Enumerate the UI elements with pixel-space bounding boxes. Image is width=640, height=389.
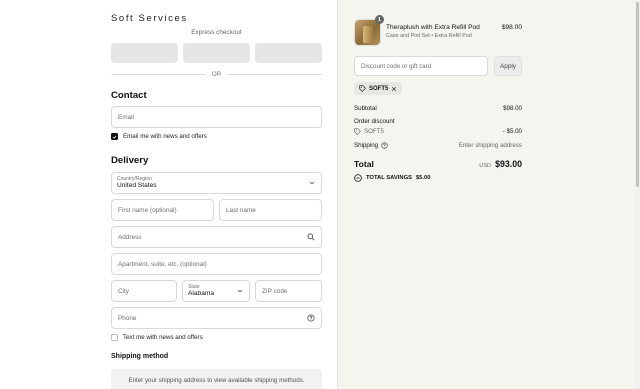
total-amount: $93.00	[495, 159, 522, 169]
total-savings: TOTAL SAVINGS $5.00	[354, 174, 430, 182]
savings-value: $5.00	[415, 175, 431, 181]
zip-field[interactable]: ZIP code	[255, 280, 322, 302]
phone-placeholder: Phone	[118, 314, 137, 322]
savings-tag-icon	[354, 174, 362, 182]
email-news-label: Email me with news and offers	[123, 133, 207, 140]
tag-icon	[354, 128, 361, 135]
zip-placeholder: ZIP code	[262, 287, 288, 295]
last-name-placeholder: Last name	[226, 206, 256, 214]
subtotal-row: Subtotal $98.00	[354, 105, 522, 112]
express-pay-button-2[interactable]	[183, 43, 250, 63]
first-name-field[interactable]: First name (optional)	[111, 199, 214, 221]
search-icon[interactable]	[307, 233, 315, 241]
country-value: United States	[117, 182, 157, 189]
state-value: Alabama	[188, 290, 215, 297]
help-icon[interactable]	[307, 314, 315, 322]
state-select[interactable]: State Alabama	[182, 280, 250, 302]
order-discount-row: Order discount	[354, 118, 522, 125]
close-icon[interactable]	[391, 86, 397, 92]
quantity-badge: 1	[375, 15, 384, 24]
text-news-checkbox-row[interactable]: Text me with news and offers	[111, 334, 203, 341]
discount-amount: - $5.00	[502, 128, 522, 135]
chevron-down-icon	[237, 289, 243, 293]
phone-field[interactable]: Phone	[111, 307, 322, 329]
text-news-label: Text me with news and offers	[123, 334, 203, 341]
chevron-down-icon	[309, 181, 315, 185]
or-divider: OR	[111, 70, 322, 79]
express-pay-button-1[interactable]	[111, 43, 178, 63]
express-checkout-label: Express checkout	[191, 29, 242, 36]
checkout-form-panel: Soft Services Express checkout OR Contac…	[0, 0, 337, 389]
express-checkout-buttons	[111, 43, 322, 63]
product-price: $98.00	[501, 24, 522, 31]
first-name-placeholder: First name (optional)	[118, 206, 177, 214]
discount-code-label: SOFT5	[364, 128, 384, 135]
divider-line	[227, 74, 322, 75]
email-news-checkbox-row[interactable]: Email me with news and offers	[111, 133, 207, 140]
savings-label: TOTAL SAVINGS	[366, 175, 412, 181]
email-news-checkbox[interactable]	[111, 133, 118, 140]
apartment-field[interactable]: Apartment, suite, etc. (optional)	[111, 253, 322, 275]
divider-line	[111, 74, 206, 75]
total-amount-cell: USD $93.00	[479, 159, 522, 169]
shipping-label-cell: Shipping	[354, 142, 388, 149]
address-placeholder: Address	[118, 233, 142, 241]
discount-code-row: SOFT5 - $5.00	[354, 128, 522, 135]
currency-code: USD	[479, 163, 492, 169]
shipping-method-heading: Shipping method	[111, 353, 169, 360]
express-pay-button-3[interactable]	[255, 43, 322, 63]
shipping-method-notice: Enter your shipping address to view avai…	[111, 369, 322, 389]
subtotal-value: $98.00	[503, 105, 522, 112]
subtotal-label: Subtotal	[354, 105, 377, 112]
country-select[interactable]: Country/Region United States	[111, 172, 322, 194]
address-field[interactable]: Address	[111, 226, 322, 248]
city-field[interactable]: City	[111, 280, 177, 302]
checkmark-icon	[112, 135, 117, 139]
delivery-heading: Delivery	[111, 155, 149, 166]
product-name: Theraplush with Extra Refill Pod	[386, 24, 480, 31]
total-row: Total USD $93.00	[354, 159, 522, 169]
discount-code-cell: SOFT5	[354, 128, 384, 135]
scrollbar-thumb[interactable]	[636, 2, 639, 187]
contact-heading: Contact	[111, 90, 147, 101]
applied-discount-chip: SOFT5	[354, 82, 403, 95]
discount-chip-code: SOFT5	[369, 85, 389, 92]
product-variant: Case and Pod Set • Extra Refill Pod	[386, 33, 472, 39]
store-logo[interactable]: Soft Services	[111, 13, 188, 24]
help-icon[interactable]	[381, 142, 388, 149]
last-name-field[interactable]: Last name	[219, 199, 322, 221]
text-news-checkbox[interactable]	[111, 334, 118, 341]
apply-discount-button[interactable]: Apply	[494, 56, 522, 76]
or-label: OR	[211, 71, 222, 78]
tag-icon	[359, 85, 366, 92]
discount-code-input[interactable]: Discount code or gift card	[354, 56, 488, 76]
total-label: Total	[354, 159, 374, 169]
email-placeholder: Email	[118, 113, 134, 121]
shipping-value: Enter shipping address	[458, 142, 522, 149]
city-placeholder: City	[118, 287, 130, 295]
shipping-row: Shipping Enter shipping address	[354, 142, 522, 149]
order-discount-label: Order discount	[354, 118, 395, 125]
page-scrollbar[interactable]	[635, 0, 640, 389]
product-image	[363, 26, 373, 43]
shipping-label: Shipping	[354, 142, 379, 149]
email-field[interactable]: Email	[111, 106, 322, 128]
apartment-placeholder: Apartment, suite, etc. (optional)	[118, 260, 207, 268]
